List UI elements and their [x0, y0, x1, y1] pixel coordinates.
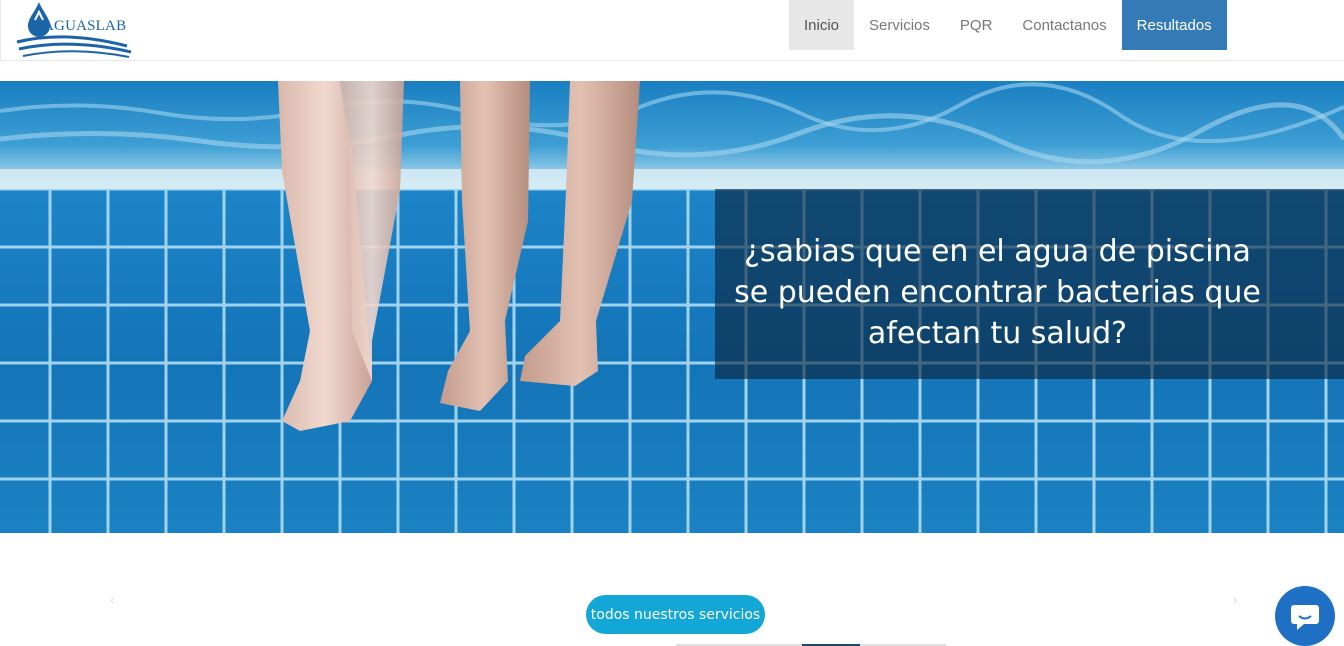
logo-text: AGUASLAB	[43, 18, 127, 34]
hero-caption: ¿sabias que en el agua de piscina se pue…	[734, 234, 1261, 351]
chat-icon	[1291, 605, 1319, 630]
nav-resultados[interactable]: Resultados	[1121, 0, 1227, 50]
nav-inicio[interactable]: Inicio	[789, 0, 855, 50]
hero-caption-box: ¿sabias que en el agua de piscina se pue…	[715, 189, 1344, 379]
aguaslab-logo[interactable]: AGUASLAB	[15, 2, 133, 58]
main-nav: Inicio Servicios PQR Contactanos Resulta…	[789, 0, 1227, 50]
nav-servicios[interactable]: Servicios	[854, 0, 945, 50]
nav-pqr[interactable]: PQR	[945, 0, 1008, 50]
chevron-right-icon[interactable]: ›	[1233, 592, 1237, 607]
all-services-button[interactable]: todos nuestros servicios	[586, 595, 765, 634]
site-header: AGUASLAB Inicio Servicios PQR Contactano…	[0, 0, 1344, 61]
hero-banner: ¿sabias que en el agua de piscina se pue…	[0, 81, 1344, 533]
chevron-left-icon[interactable]: ‹	[110, 592, 114, 607]
nav-contactanos[interactable]: Contactanos	[1007, 0, 1121, 50]
chat-widget-button[interactable]	[1275, 586, 1335, 646]
